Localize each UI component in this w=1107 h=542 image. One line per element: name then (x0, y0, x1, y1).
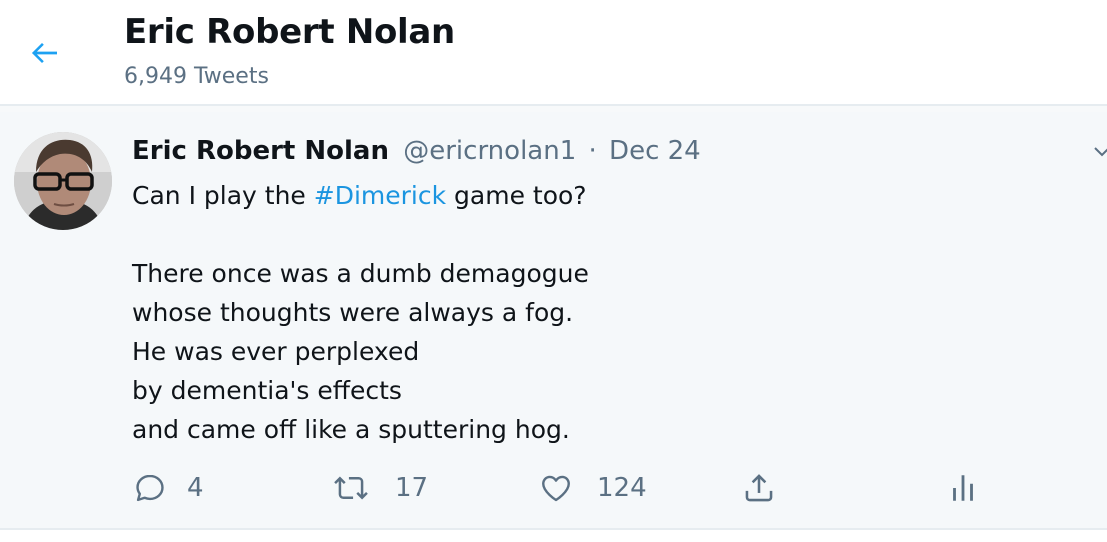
poem-line: He was ever perplexed (132, 337, 420, 366)
chevron-down-icon (1094, 147, 1107, 157)
tweet-text: Can I play the #Dimerick game too? There… (132, 176, 589, 449)
share-button[interactable] (742, 466, 776, 510)
profile-title: Eric Robert Nolan (124, 12, 455, 52)
heart-icon (542, 475, 570, 502)
analytics-icon (953, 475, 973, 501)
share-icon (745, 474, 773, 502)
tweet-text-intro: Can I play the (132, 181, 314, 210)
tweet-text-line: Can I play the #Dimerick game too? (132, 176, 589, 215)
arrow-left-icon (31, 42, 57, 64)
retweet-icon (334, 476, 368, 500)
retweet-count: 17 (395, 473, 429, 503)
meta-separator: · (588, 136, 597, 166)
tweet-text-intro-end: game too? (446, 181, 587, 210)
tweet-header: Eric Robert Nolan @ericrnolan1 · Dec 24 (132, 136, 701, 166)
reply-icon (136, 474, 164, 502)
profile-header: Eric Robert Nolan 6,949 Tweets (0, 0, 1107, 106)
author-name[interactable]: Eric Robert Nolan (132, 136, 389, 166)
author-handle[interactable]: @ericrnolan1 (403, 136, 576, 166)
hashtag-link[interactable]: #Dimerick (314, 181, 446, 210)
poem-line: by dementia's effects (132, 376, 402, 405)
tweet-card[interactable]: Eric Robert Nolan @ericrnolan1 · Dec 24 … (0, 112, 1107, 530)
like-count: 124 (597, 473, 647, 503)
reply-count: 4 (187, 473, 204, 503)
back-button[interactable] (24, 32, 66, 74)
poem-line: There once was a dumb demagogue (132, 259, 589, 288)
analytics-button[interactable] (950, 466, 976, 510)
tweet-actions: 4 17 124 (0, 466, 1107, 510)
avatar[interactable] (14, 132, 112, 230)
tweet-date[interactable]: Dec 24 (609, 136, 701, 166)
poem-line: whose thoughts were always a fog. (132, 298, 574, 327)
avatar-photo (14, 132, 112, 230)
tweet-count: 6,949 Tweets (124, 64, 269, 89)
tweet-menu-button[interactable] (1092, 142, 1107, 162)
reply-button[interactable]: 4 (133, 466, 204, 510)
like-button[interactable]: 124 (539, 466, 647, 510)
retweet-button[interactable]: 17 (333, 466, 428, 510)
poem-line: and came off like a sputtering hog. (132, 415, 570, 444)
